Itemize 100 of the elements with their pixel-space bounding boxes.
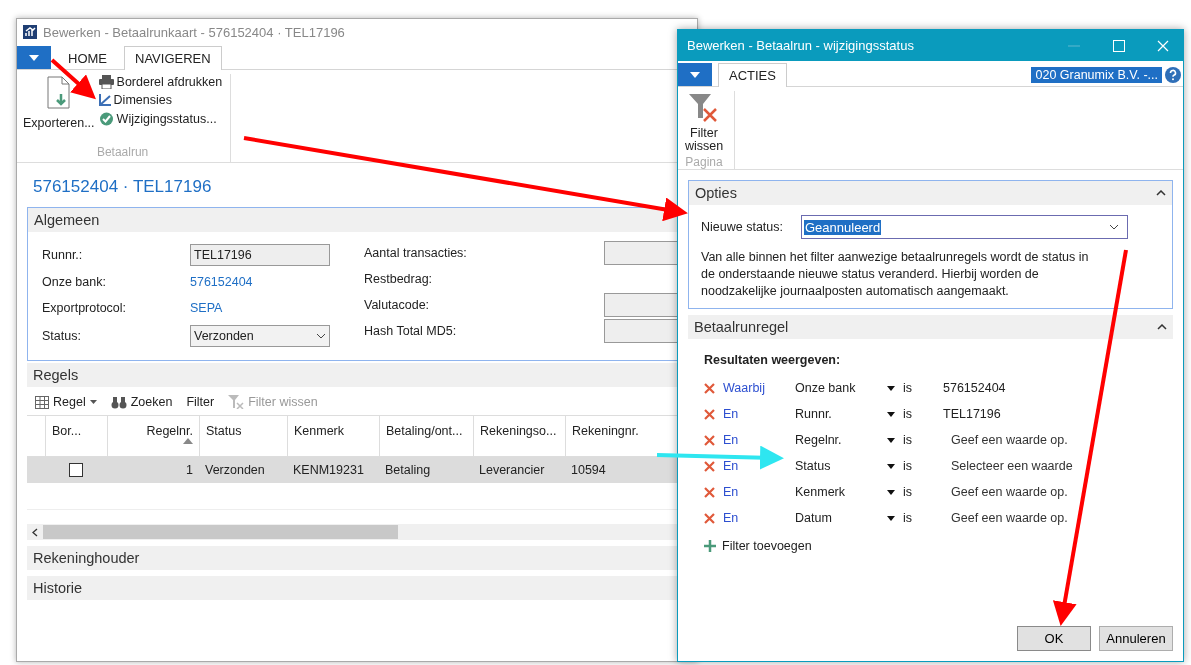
- field-label: Onze bank:: [42, 275, 107, 289]
- remove-icon[interactable]: [704, 382, 715, 394]
- caret-icon: [887, 463, 895, 469]
- filter-field[interactable]: Kenmerk: [795, 485, 903, 499]
- conjunction-link[interactable]: En: [723, 459, 795, 473]
- column-header[interactable]: Rekeningnr.: [565, 416, 651, 456]
- toolbar-button[interactable]: Regel: [35, 395, 97, 409]
- filter-field[interactable]: Runnr.: [795, 407, 903, 421]
- table-cell-text: 10594: [570, 462, 607, 479]
- field-label: Runnr.:: [42, 247, 84, 262]
- collapse-icon[interactable]: [1157, 324, 1167, 330]
- caret-icon: [887, 437, 895, 443]
- chevron-icon: [1109, 224, 1119, 230]
- conjunction-link[interactable]: En: [723, 511, 795, 525]
- field-label: Status:: [42, 328, 82, 343]
- section-header: Opties: [695, 185, 737, 201]
- conjunction-link[interactable]: Waarbij: [723, 381, 795, 395]
- caret-icon: [89, 400, 97, 404]
- printer-icon: [98, 75, 114, 89]
- input-field[interactable]: TEL17196: [190, 243, 330, 266]
- caret-icon: [887, 411, 895, 417]
- remove-icon[interactable]: [704, 512, 715, 524]
- caret-icon: [887, 515, 895, 521]
- chevron-icon: [316, 332, 326, 339]
- field-link[interactable]: 576152404: [190, 275, 253, 289]
- menu-button[interactable]: [17, 46, 51, 69]
- page-heading: 576152404 · TEL17196: [32, 176, 213, 198]
- menu-button[interactable]: [678, 63, 712, 86]
- caret-icon: [887, 489, 895, 495]
- window-title: Bewerken - Betaalrun - wijzigingsstatus: [687, 38, 914, 53]
- field-label: Nieuwe status:: [701, 220, 784, 234]
- filter-value[interactable]: Geef een waarde op.: [943, 433, 1068, 447]
- column-header[interactable]: Rekeningso...: [473, 416, 565, 456]
- status-dropdown[interactable]: Geannuleerd: [801, 215, 1128, 239]
- ribbon-tab[interactable]: HOME: [57, 47, 118, 69]
- toolbar-button[interactable]: Filter: [186, 395, 215, 409]
- checkbox[interactable]: [69, 463, 83, 477]
- remove-icon[interactable]: [704, 408, 715, 420]
- filter-value[interactable]: Selecteer een waarde: [943, 459, 1073, 473]
- caret-icon: [690, 71, 700, 78]
- ribbon-tab[interactable]: ACTIES: [718, 63, 787, 87]
- conjunction-link[interactable]: En: [723, 433, 795, 447]
- ribbon-action[interactable]: Borderel afdrukken: [98, 74, 223, 90]
- clear-filter-icon: [228, 395, 245, 409]
- close-icon[interactable]: [1157, 39, 1169, 52]
- remove-icon[interactable]: [704, 486, 715, 498]
- column-header[interactable]: Betaling/ont...: [379, 416, 473, 456]
- field-label: Valutacode:: [364, 298, 431, 312]
- company-label[interactable]: 020 Granumix B.V. -...: [1031, 67, 1162, 83]
- binoculars-icon: [110, 395, 127, 409]
- column-header[interactable]: Regelnr.: [107, 416, 199, 456]
- description-text: Van alle binnen het filter aanwezige betaalrunregels wordt de status in de onderstaande nieuwe status veranderd. Hierbij worden de noodzakelijke journaalposten automatisch aangemaakt.: [701, 249, 1089, 300]
- remove-icon[interactable]: [704, 434, 715, 446]
- filter-value[interactable]: Geef een waarde op.: [943, 511, 1068, 525]
- filter-operator: is: [903, 381, 914, 395]
- remove-icon[interactable]: [704, 460, 715, 472]
- table-cell-text: Leverancier: [478, 462, 546, 479]
- toolbar-button[interactable]: Zoeken: [110, 395, 173, 409]
- table-cell-text: 1: [185, 462, 194, 479]
- table-cell-text: Verzonden: [204, 462, 266, 479]
- conjunction-link[interactable]: En: [723, 407, 795, 421]
- filter-field[interactable]: Status: [795, 459, 903, 473]
- filter-operator: is: [903, 433, 914, 447]
- filter-value[interactable]: 576152404: [943, 381, 1006, 395]
- group-label: Pagina: [685, 155, 723, 171]
- status-dropdown[interactable]: Verzonden: [190, 324, 330, 347]
- export-button[interactable]: Exporteren...: [23, 74, 95, 132]
- add-filter-button[interactable]: Filter toevoegen: [704, 535, 812, 557]
- column-header[interactable]: Kenmerk: [287, 416, 379, 456]
- clear-filter-button[interactable]: Filter wissen: [682, 91, 726, 155]
- help-icon[interactable]: [1165, 67, 1181, 83]
- column-header[interactable]: Bor...: [45, 416, 107, 456]
- field-label: Hash Total MD5:: [364, 324, 458, 338]
- window-title: Bewerken - Betaalrunkaart - 576152404 · TEL17196: [43, 24, 345, 40]
- filter-operator: is: [903, 511, 914, 525]
- section-header: Betaalrunregel: [694, 319, 789, 335]
- maximize-icon[interactable]: [1113, 39, 1125, 52]
- field-link[interactable]: SEPA: [190, 301, 223, 315]
- column-header[interactable]: Status: [199, 416, 287, 456]
- filter-value[interactable]: Geef een waarde op.: [943, 485, 1068, 499]
- ok-button[interactable]: OK: [1017, 626, 1091, 651]
- filter-operator: is: [903, 485, 914, 499]
- collapse-icon[interactable]: [1156, 190, 1166, 196]
- filter-operator: is: [903, 459, 914, 473]
- filter-field[interactable]: Regelnr.: [795, 433, 903, 447]
- filter-operator: is: [903, 407, 914, 421]
- axes-icon: [98, 94, 111, 106]
- conjunction-link[interactable]: En: [723, 485, 795, 499]
- table-cell-text: KENM19231: [292, 462, 365, 479]
- ribbon-tab[interactable]: NAVIGEREN: [124, 46, 222, 70]
- ribbon-action[interactable]: Wijzigingsstatus...: [98, 110, 223, 127]
- cancel-button[interactable]: Annuleren: [1099, 626, 1173, 651]
- sort-icon: [183, 438, 193, 444]
- table-cell-text: Betaling: [384, 462, 432, 479]
- filter-field[interactable]: Onze bank: [795, 381, 903, 395]
- field-label: Exportprotocol:: [42, 301, 128, 315]
- ribbon-action[interactable]: Dimensies: [98, 92, 223, 108]
- filter-value[interactable]: TEL17196: [943, 407, 1001, 421]
- caret-icon: [887, 385, 895, 391]
- filter-field[interactable]: Datum: [795, 511, 903, 525]
